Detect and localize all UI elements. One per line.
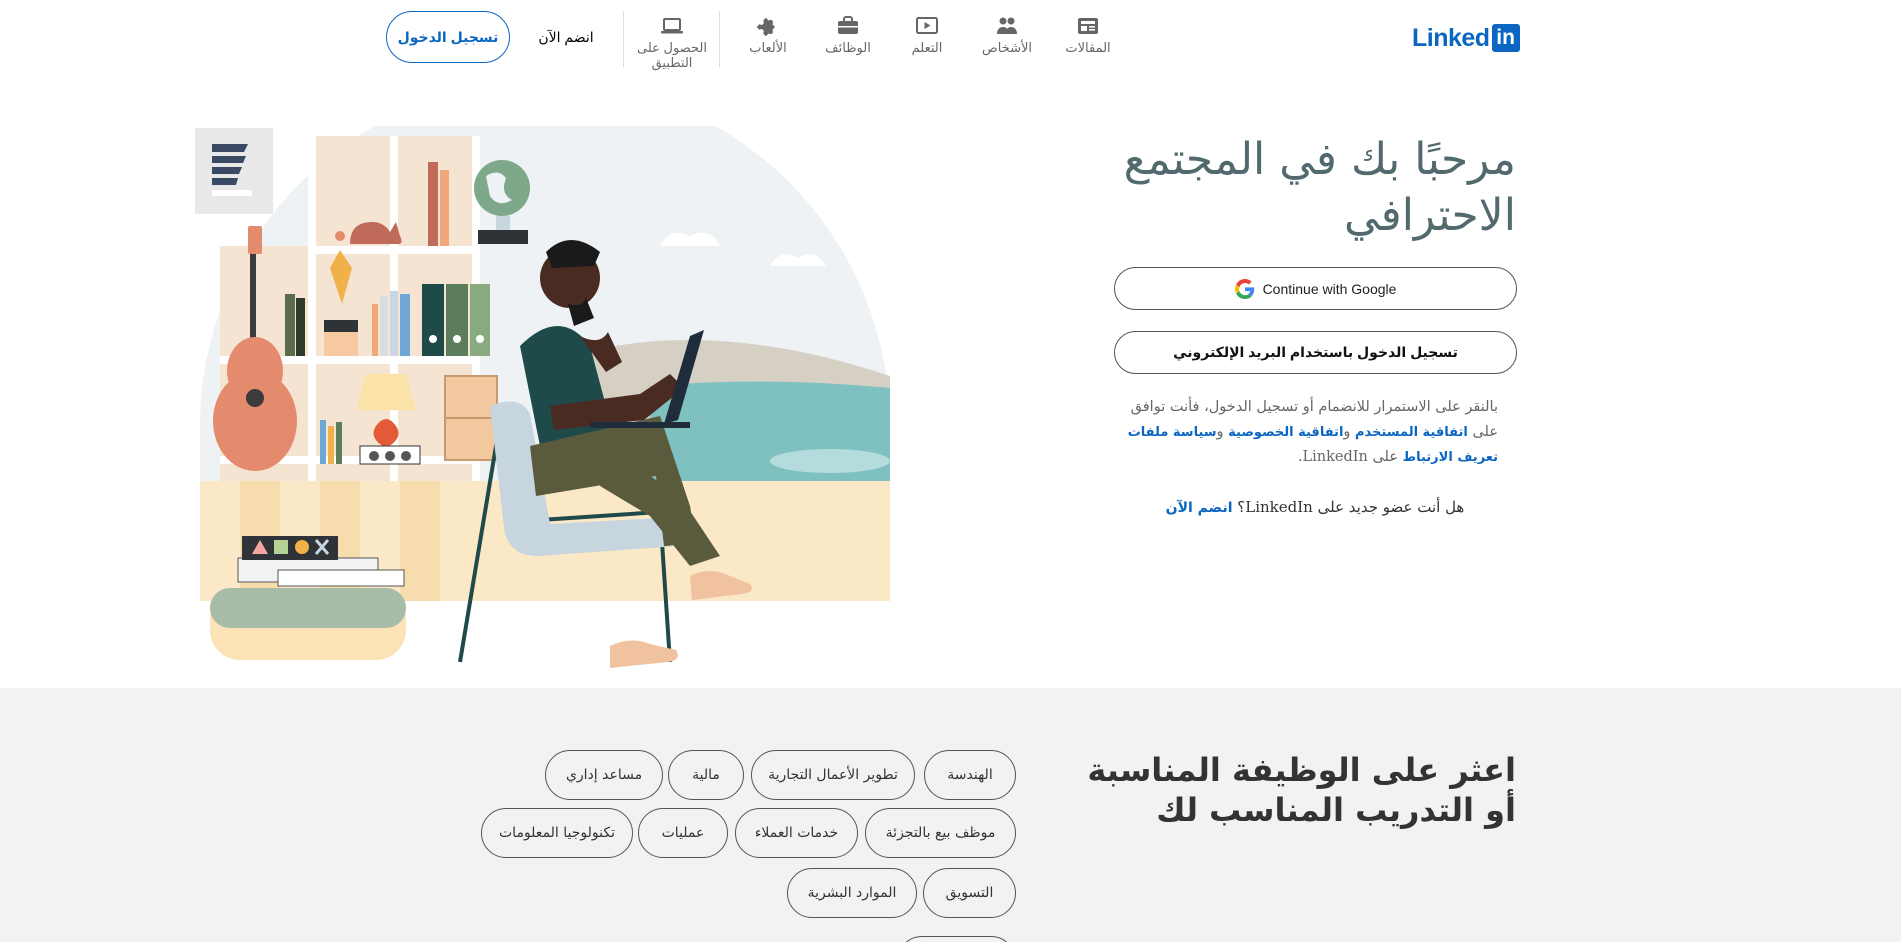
logo-in-box: in — [1491, 24, 1520, 52]
puzzle-icon — [756, 14, 780, 38]
new-member-prompt: هل أنت عضو جديد على LinkedIn؟ انضم الآن — [1120, 498, 1510, 516]
job-chip[interactable]: مساعد إداري — [545, 750, 663, 800]
legal-on: على — [1372, 449, 1398, 465]
nav-games-label: الألعاب — [749, 40, 787, 55]
sign-in-with-email-button[interactable]: تسجيل الدخول باستخدام البريد الإلكتروني — [1114, 331, 1517, 374]
nav-learning[interactable]: التعلم — [888, 14, 966, 64]
join-now-link[interactable]: انضم الآن — [524, 20, 608, 54]
job-chip[interactable]: تطوير الأعمال التجارية — [751, 750, 915, 800]
join-now-inline-link[interactable]: انضم الآن — [1166, 500, 1233, 516]
continue-with-google-button[interactable]: Continue with Google — [1114, 267, 1517, 310]
nav-jobs[interactable]: الوظائف — [809, 14, 887, 64]
nav-people-label: الأشخاص — [982, 40, 1032, 55]
job-chip[interactable]: التسويق — [923, 868, 1016, 918]
learning-icon — [915, 14, 939, 38]
sign-in-button[interactable]: تسجيل الدخول — [386, 11, 510, 63]
job-chip[interactable]: عمليات — [638, 808, 728, 858]
articles-icon — [1076, 14, 1100, 38]
hero-illustration — [195, 126, 890, 668]
legal-notice: بالنقر على الاستمرار للانضمام أو تسجيل ا… — [1108, 395, 1498, 470]
job-chip[interactable] — [897, 936, 1016, 942]
job-chip[interactable]: تكنولوجيا المعلومات — [481, 808, 633, 858]
job-chip[interactable]: موظف بيع بالتجزئة — [865, 808, 1016, 858]
hero-title: مرحبًا بك في المجتمع الاحترافي — [1123, 134, 1516, 241]
new-member-question: هل أنت عضو جديد على LinkedIn؟ — [1237, 498, 1465, 516]
nav-people[interactable]: الأشخاص — [968, 14, 1046, 64]
linkedin-logo[interactable]: Linked in — [1412, 24, 1520, 52]
nav-games[interactable]: الألعاب — [729, 14, 807, 64]
nav-articles-label: المقالات — [1065, 40, 1111, 55]
job-chip[interactable]: خدمات العملاء — [735, 808, 858, 858]
job-search-title: اعثر على الوظيفة المناسبة أو التدريب الم… — [1087, 751, 1516, 829]
nav-divider — [719, 11, 720, 67]
job-search-section: اعثر على الوظيفة المناسبة أو التدريب الم… — [0, 688, 1901, 942]
laptop-icon — [660, 14, 684, 38]
nav-divider — [623, 11, 624, 67]
people-icon — [995, 14, 1019, 38]
job-chip[interactable]: الموارد البشرية — [787, 868, 917, 918]
nav-get-app-label: الحصول على التطبيق — [637, 40, 707, 70]
briefcase-icon — [836, 14, 860, 38]
legal-suffix: LinkedIn. — [1297, 449, 1368, 465]
logo-wordmark: Linked — [1412, 23, 1490, 52]
user-agreement-link[interactable]: اتفاقية المستخدم — [1355, 425, 1468, 440]
nav-learning-label: التعلم — [911, 40, 943, 55]
nav-articles[interactable]: المقالات — [1049, 14, 1127, 64]
nav-get-app[interactable]: الحصول على التطبيق — [633, 14, 711, 70]
top-nav: Linked in المقالات الأشخاص التعلم الوظائ… — [0, 0, 1901, 80]
privacy-policy-link[interactable]: اتفاقية الخصوصية — [1228, 425, 1343, 440]
legal-and: و — [1216, 424, 1224, 440]
legal-and: و — [1343, 424, 1351, 440]
nav-jobs-label: الوظائف — [825, 40, 871, 55]
job-chip[interactable]: الهندسة — [924, 750, 1016, 800]
continue-with-google-label: Continue with Google — [1262, 280, 1397, 297]
job-chip[interactable]: مالية — [668, 750, 744, 800]
google-icon — [1234, 278, 1255, 299]
